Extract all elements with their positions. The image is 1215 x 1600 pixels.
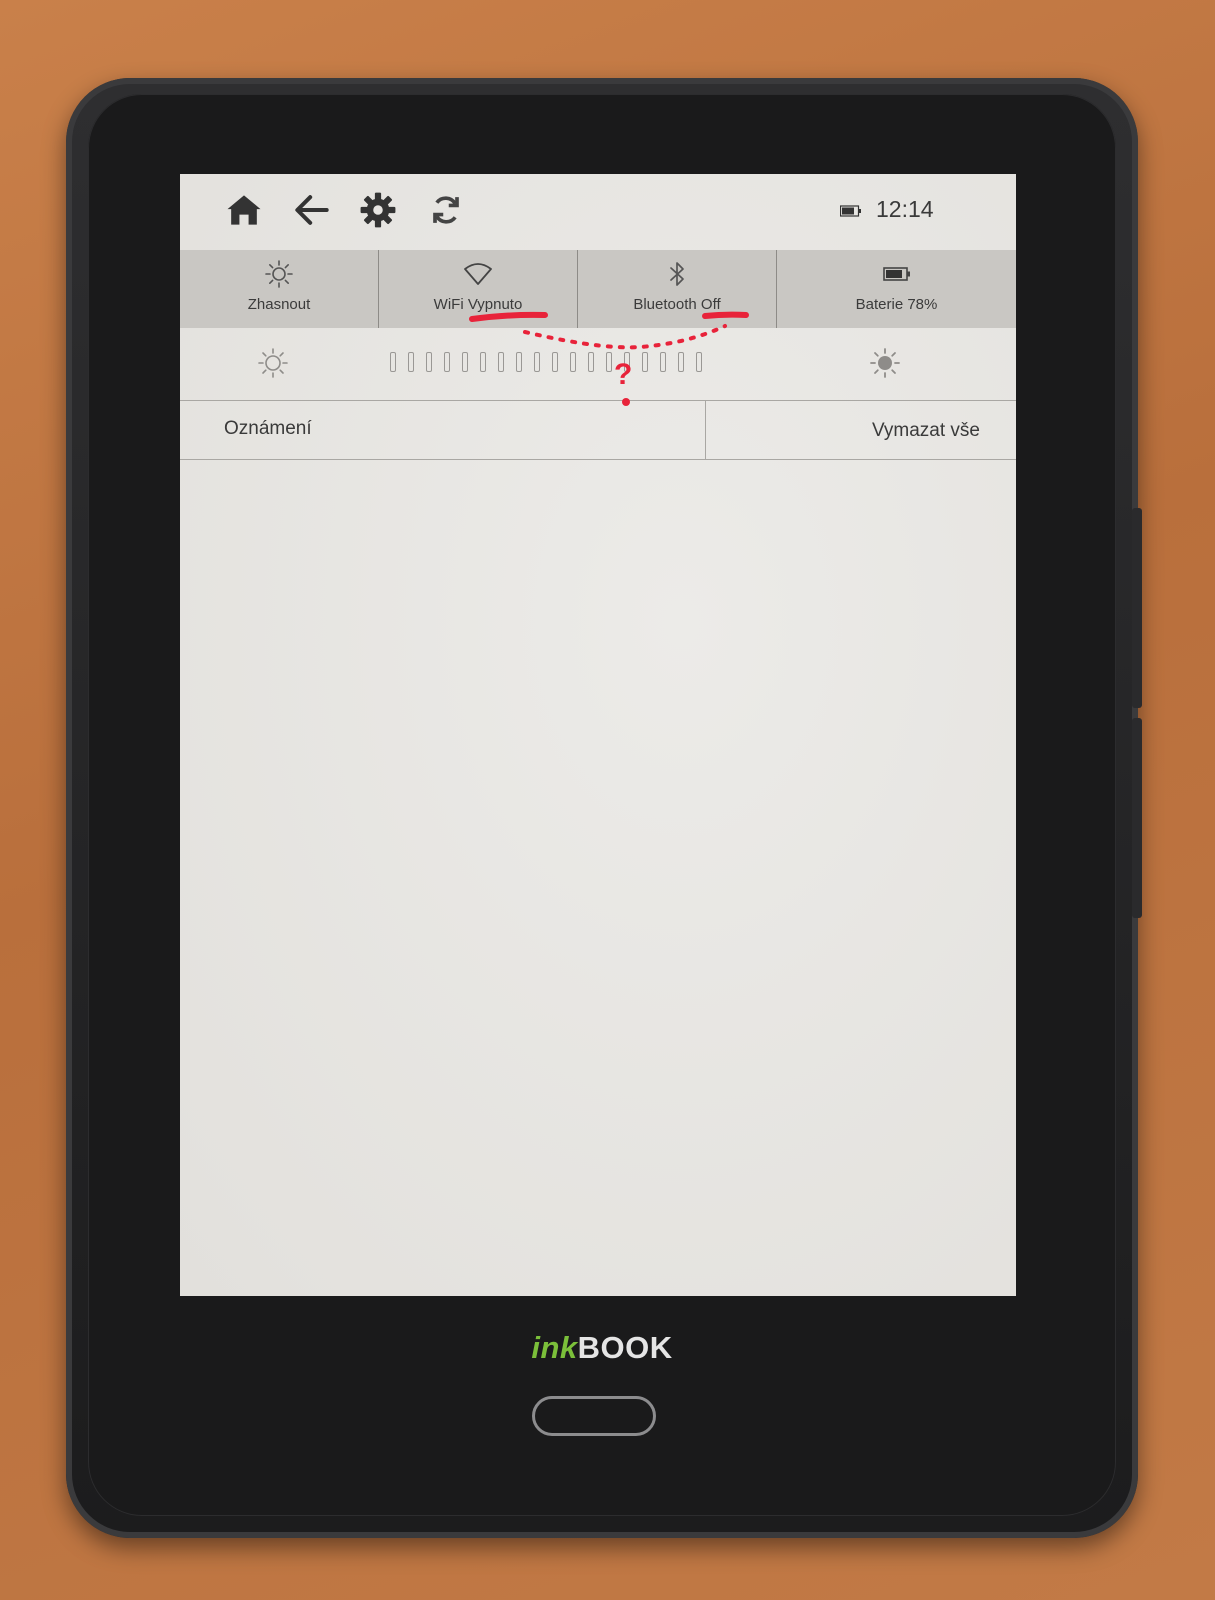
brand-suffix: BOOK xyxy=(577,1330,673,1365)
settings-gear-icon[interactable] xyxy=(356,188,400,232)
brightness-segment[interactable] xyxy=(588,352,594,372)
brightness-segment[interactable] xyxy=(606,352,612,372)
battery-icon xyxy=(882,267,910,281)
brightness-segment[interactable] xyxy=(390,352,396,372)
clear-all-button[interactable]: Vymazat vše xyxy=(872,420,980,442)
home-hardware-button[interactable] xyxy=(532,1396,656,1436)
brightness-control xyxy=(180,328,1016,398)
brightness-segment[interactable] xyxy=(480,352,486,372)
sync-icon[interactable] xyxy=(424,188,468,232)
brightness-segment[interactable] xyxy=(498,352,504,372)
brightness-segment[interactable] xyxy=(552,352,558,372)
brightness-segment[interactable] xyxy=(696,352,702,372)
brightness-segment[interactable] xyxy=(642,352,648,372)
brightness-low-icon[interactable] xyxy=(256,346,290,380)
brightness-segment[interactable] xyxy=(534,352,540,372)
brightness-segment[interactable] xyxy=(426,352,432,372)
brightness-segment[interactable] xyxy=(660,352,666,372)
notifications-header: Oznámení Vymazat vše xyxy=(180,400,1016,460)
quick-tile-light-off[interactable]: Zhasnout xyxy=(180,250,379,328)
status-bar: 12:14 xyxy=(180,174,1016,246)
divider xyxy=(705,401,706,459)
brightness-slider[interactable] xyxy=(390,352,702,374)
wifi-icon xyxy=(464,263,492,285)
quick-tile-label: Zhasnout xyxy=(247,296,311,313)
notifications-list xyxy=(180,460,1016,1296)
sun-outline-icon xyxy=(265,260,293,288)
back-arrow-icon[interactable] xyxy=(290,188,334,232)
clock-time: 12:14 xyxy=(876,196,934,222)
quick-tile-battery[interactable]: Baterie 78% xyxy=(777,250,1016,328)
battery-icon xyxy=(839,204,862,217)
brightness-segment[interactable] xyxy=(444,352,450,372)
quick-tile-label: Bluetooth Off xyxy=(633,296,721,313)
brightness-segment[interactable] xyxy=(516,352,522,372)
brightness-segment[interactable] xyxy=(570,352,576,372)
side-page-button-bottom[interactable] xyxy=(1132,718,1142,918)
brightness-high-icon[interactable] xyxy=(868,346,902,380)
brightness-segment[interactable] xyxy=(624,352,630,372)
home-icon[interactable] xyxy=(222,188,266,232)
brightness-segment[interactable] xyxy=(678,352,684,372)
brightness-segment[interactable] xyxy=(408,352,414,372)
brand-logo: inkBOOK xyxy=(66,1330,1138,1366)
quick-tile-label: Baterie 78% xyxy=(855,296,938,313)
bluetooth-icon xyxy=(670,262,684,286)
side-page-button-top[interactable] xyxy=(1132,508,1142,708)
brightness-segment[interactable] xyxy=(462,352,468,372)
quick-tile-bluetooth[interactable]: Bluetooth Off xyxy=(578,250,777,328)
eink-screen: 12:14 Zhasnout WiFi Vypnuto Bluetooth Of… xyxy=(180,174,1016,1296)
quick-tile-wifi[interactable]: WiFi Vypnuto xyxy=(379,250,578,328)
brand-prefix: ink xyxy=(531,1330,578,1365)
quick-settings-panel: Zhasnout WiFi Vypnuto Bluetooth Off Bate… xyxy=(180,250,1016,328)
ereader-device: 12:14 Zhasnout WiFi Vypnuto Bluetooth Of… xyxy=(66,78,1142,1538)
notifications-title: Oznámení xyxy=(224,418,312,439)
quick-tile-label: WiFi Vypnuto xyxy=(433,296,523,313)
